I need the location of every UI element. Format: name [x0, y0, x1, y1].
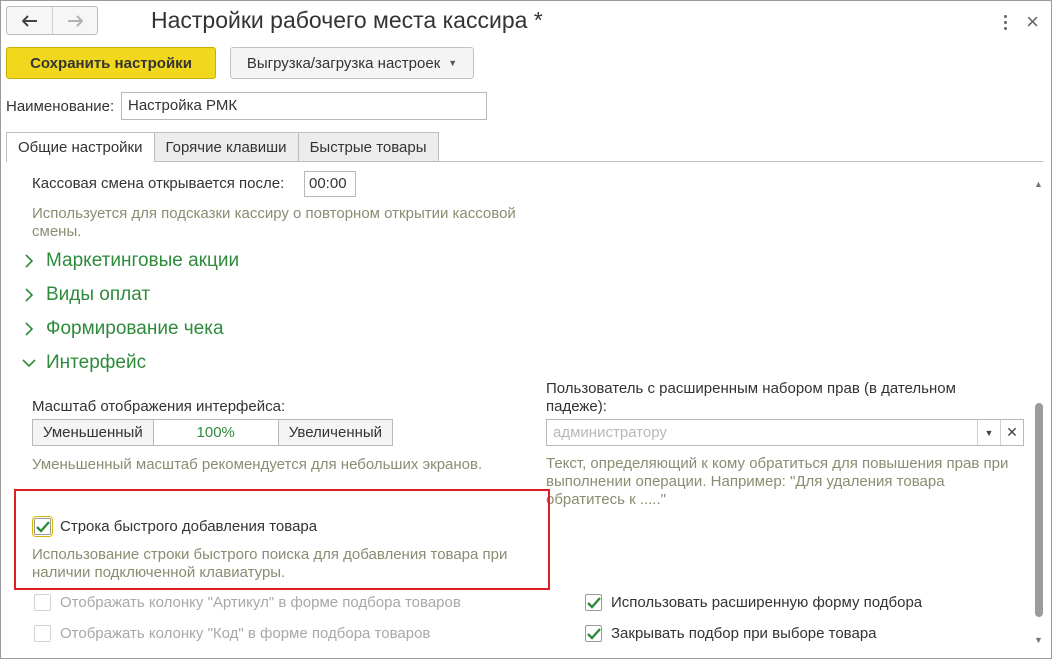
user-hint-line2: выполнении операции. Например: "Для удал…: [546, 473, 945, 490]
section-receipt[interactable]: Формирование чека: [22, 318, 224, 340]
checkmark-icon: [586, 627, 601, 640]
close-pick-label[interactable]: Закрывать подбор при выборе товара: [611, 625, 877, 642]
tab-bar: Общие настройки Горячие клавиши Быстрые …: [6, 132, 439, 162]
close-icon[interactable]: ×: [1026, 11, 1039, 33]
section-marketing-label: Маркетинговые акции: [46, 250, 240, 271]
export-import-label: Выгрузка/загрузка настроек: [246, 54, 441, 72]
quick-add-checkbox[interactable]: [32, 516, 53, 537]
user-label-line1: Пользователь с расширенным набором прав …: [546, 380, 956, 397]
code-column-checkbox[interactable]: [34, 625, 51, 642]
vertical-scrollbar[interactable]: ▲ ▼: [1032, 173, 1045, 651]
dropdown-caret-icon: ▼: [448, 58, 458, 68]
section-payment-types-label: Виды оплат: [46, 284, 151, 305]
extended-pick-checkbox[interactable]: [585, 594, 602, 611]
chevron-down-icon: [22, 358, 36, 368]
shift-open-label: Кассовая смена открывается после:: [32, 175, 285, 192]
tab-hotkeys[interactable]: Горячие клавиши: [153, 132, 299, 161]
more-menu-icon[interactable]: [1000, 14, 1010, 30]
user-input[interactable]: администратору: [547, 420, 977, 445]
scroll-up-icon[interactable]: ▲: [1034, 179, 1043, 189]
clear-icon[interactable]: ✕: [1000, 420, 1023, 445]
shift-open-time-input[interactable]: 00:00: [304, 171, 356, 197]
scale-hint: Уменьшенный масштаб рекомендуется для не…: [32, 456, 483, 473]
dropdown-arrow-icon[interactable]: ▼: [977, 420, 1000, 445]
extended-pick-row: Использовать расширенную форму подбора: [585, 594, 922, 611]
checkmark-icon: [35, 520, 50, 533]
quick-add-hint-line2: наличии подключенной клавиатуры.: [32, 564, 286, 581]
user-field: администратору ▼ ✕: [546, 419, 1024, 446]
section-receipt-label: Формирование чека: [46, 318, 224, 339]
save-settings-button[interactable]: Сохранить настройки: [6, 47, 216, 79]
scale-decrease-button[interactable]: Уменьшенный: [32, 419, 154, 446]
close-pick-row: Закрывать подбор при выборе товара: [585, 625, 877, 642]
quick-add-hint-line1: Использование строки быстрого поиска для…: [32, 546, 508, 563]
navigation-buttons: [6, 6, 98, 35]
code-column-label: Отображать колонку "Код" в форме подбора…: [60, 625, 431, 642]
shift-hint-line1: Используется для подсказки кассиру о пов…: [32, 205, 516, 222]
forward-button[interactable]: [52, 7, 97, 34]
chevron-right-icon: [22, 322, 36, 336]
scrollbar-thumb[interactable]: [1035, 403, 1043, 617]
back-button[interactable]: [7, 7, 52, 34]
section-interface-label: Интерфейс: [46, 352, 147, 373]
article-column-label: Отображать колонку "Артикул" в форме под…: [60, 594, 461, 611]
window-title: Настройки рабочего места кассира *: [151, 7, 543, 33]
shift-hint-line2: смены.: [32, 223, 82, 240]
quick-add-label[interactable]: Строка быстрого добавления товара: [60, 518, 317, 535]
scale-increase-button[interactable]: Увеличенный: [277, 419, 394, 446]
user-hint-line3: обратитесь к .....": [546, 491, 666, 508]
section-interface[interactable]: Интерфейс: [22, 352, 146, 374]
general-settings-panel: Кассовая смена открывается после: 00:00 …: [6, 162, 1026, 654]
scale-value: 100%: [153, 419, 278, 446]
article-column-checkbox[interactable]: [34, 594, 51, 611]
section-payment-types[interactable]: Виды оплат: [22, 284, 150, 306]
checkmark-icon: [586, 596, 601, 609]
close-pick-checkbox[interactable]: [585, 625, 602, 642]
export-import-button[interactable]: Выгрузка/загрузка настроек ▼: [230, 47, 474, 79]
user-hint-line1: Текст, определяющий к кому обратиться дл…: [546, 455, 1009, 472]
extended-pick-label[interactable]: Использовать расширенную форму подбора: [611, 594, 922, 611]
chevron-right-icon: [22, 288, 36, 302]
scroll-down-icon[interactable]: ▼: [1034, 635, 1043, 645]
chevron-right-icon: [22, 254, 36, 268]
section-marketing[interactable]: Маркетинговые акции: [22, 250, 239, 272]
settings-window: Настройки рабочего места кассира * × Сох…: [0, 0, 1052, 659]
arrow-right-icon: [68, 14, 83, 27]
scale-control: Уменьшенный 100% Увеличенный: [32, 419, 394, 446]
code-column-row: Отображать колонку "Код" в форме подбора…: [34, 625, 430, 642]
article-column-row: Отображать колонку "Артикул" в форме под…: [34, 594, 461, 611]
quick-add-row: Строка быстрого добавления товара: [32, 516, 317, 537]
tab-quick-products[interactable]: Быстрые товары: [297, 132, 439, 161]
name-label: Наименование:: [6, 98, 115, 115]
arrow-left-icon: [21, 14, 37, 27]
scale-label: Масштаб отображения интерфейса:: [32, 398, 286, 415]
user-label-line2: падеже):: [546, 398, 607, 415]
name-input[interactable]: Настройка РМК: [121, 92, 487, 120]
window-controls: ×: [1000, 11, 1039, 33]
tab-general[interactable]: Общие настройки: [6, 132, 155, 162]
